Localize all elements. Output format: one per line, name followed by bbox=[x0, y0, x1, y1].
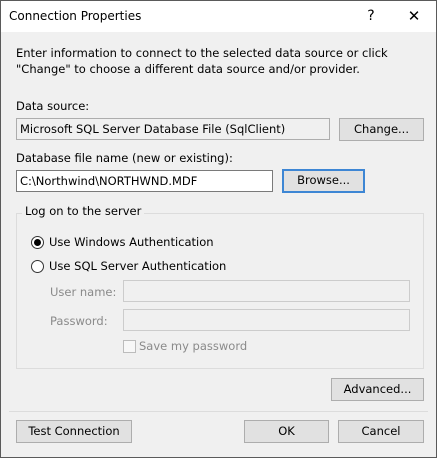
connection-properties-dialog: Connection Properties ? ✕ Enter informat… bbox=[0, 0, 437, 458]
intro-text: Enter information to connect to the sele… bbox=[16, 46, 388, 76]
windows-auth-label[interactable]: Use Windows Authentication bbox=[49, 235, 214, 249]
sql-auth-radio[interactable] bbox=[31, 260, 44, 273]
cancel-button[interactable]: Cancel bbox=[338, 420, 424, 443]
dialog-title: Connection Properties bbox=[9, 9, 142, 23]
advanced-button[interactable]: Advanced... bbox=[331, 378, 424, 401]
password-label: Password: bbox=[50, 314, 108, 328]
database-file-label: Database file name (new or existing): bbox=[16, 151, 233, 165]
save-password-checkbox[interactable] bbox=[123, 340, 136, 353]
save-password-label[interactable]: Save my password bbox=[139, 339, 247, 353]
test-connection-button[interactable]: Test Connection bbox=[16, 420, 132, 443]
ok-button[interactable]: OK bbox=[244, 420, 329, 443]
title-bar: Connection Properties ? ✕ bbox=[1, 1, 436, 32]
logon-group-label: Log on to the server bbox=[22, 204, 145, 218]
database-file-input[interactable]: C:\Northwind\NORTHWND.MDF bbox=[16, 170, 273, 192]
username-label: User name: bbox=[50, 285, 117, 299]
browse-button[interactable]: Browse... bbox=[282, 169, 365, 193]
help-icon[interactable]: ? bbox=[353, 1, 389, 32]
change-button[interactable]: Change... bbox=[339, 118, 424, 141]
windows-auth-radio[interactable] bbox=[31, 236, 44, 249]
button-separator bbox=[9, 411, 428, 412]
sql-auth-label[interactable]: Use SQL Server Authentication bbox=[49, 259, 226, 273]
data-source-label: Data source: bbox=[16, 99, 90, 113]
username-input[interactable] bbox=[123, 280, 410, 302]
close-icon[interactable]: ✕ bbox=[396, 1, 432, 32]
password-input[interactable] bbox=[123, 309, 410, 331]
data-source-field: Microsoft SQL Server Database File (SqlC… bbox=[16, 118, 330, 140]
